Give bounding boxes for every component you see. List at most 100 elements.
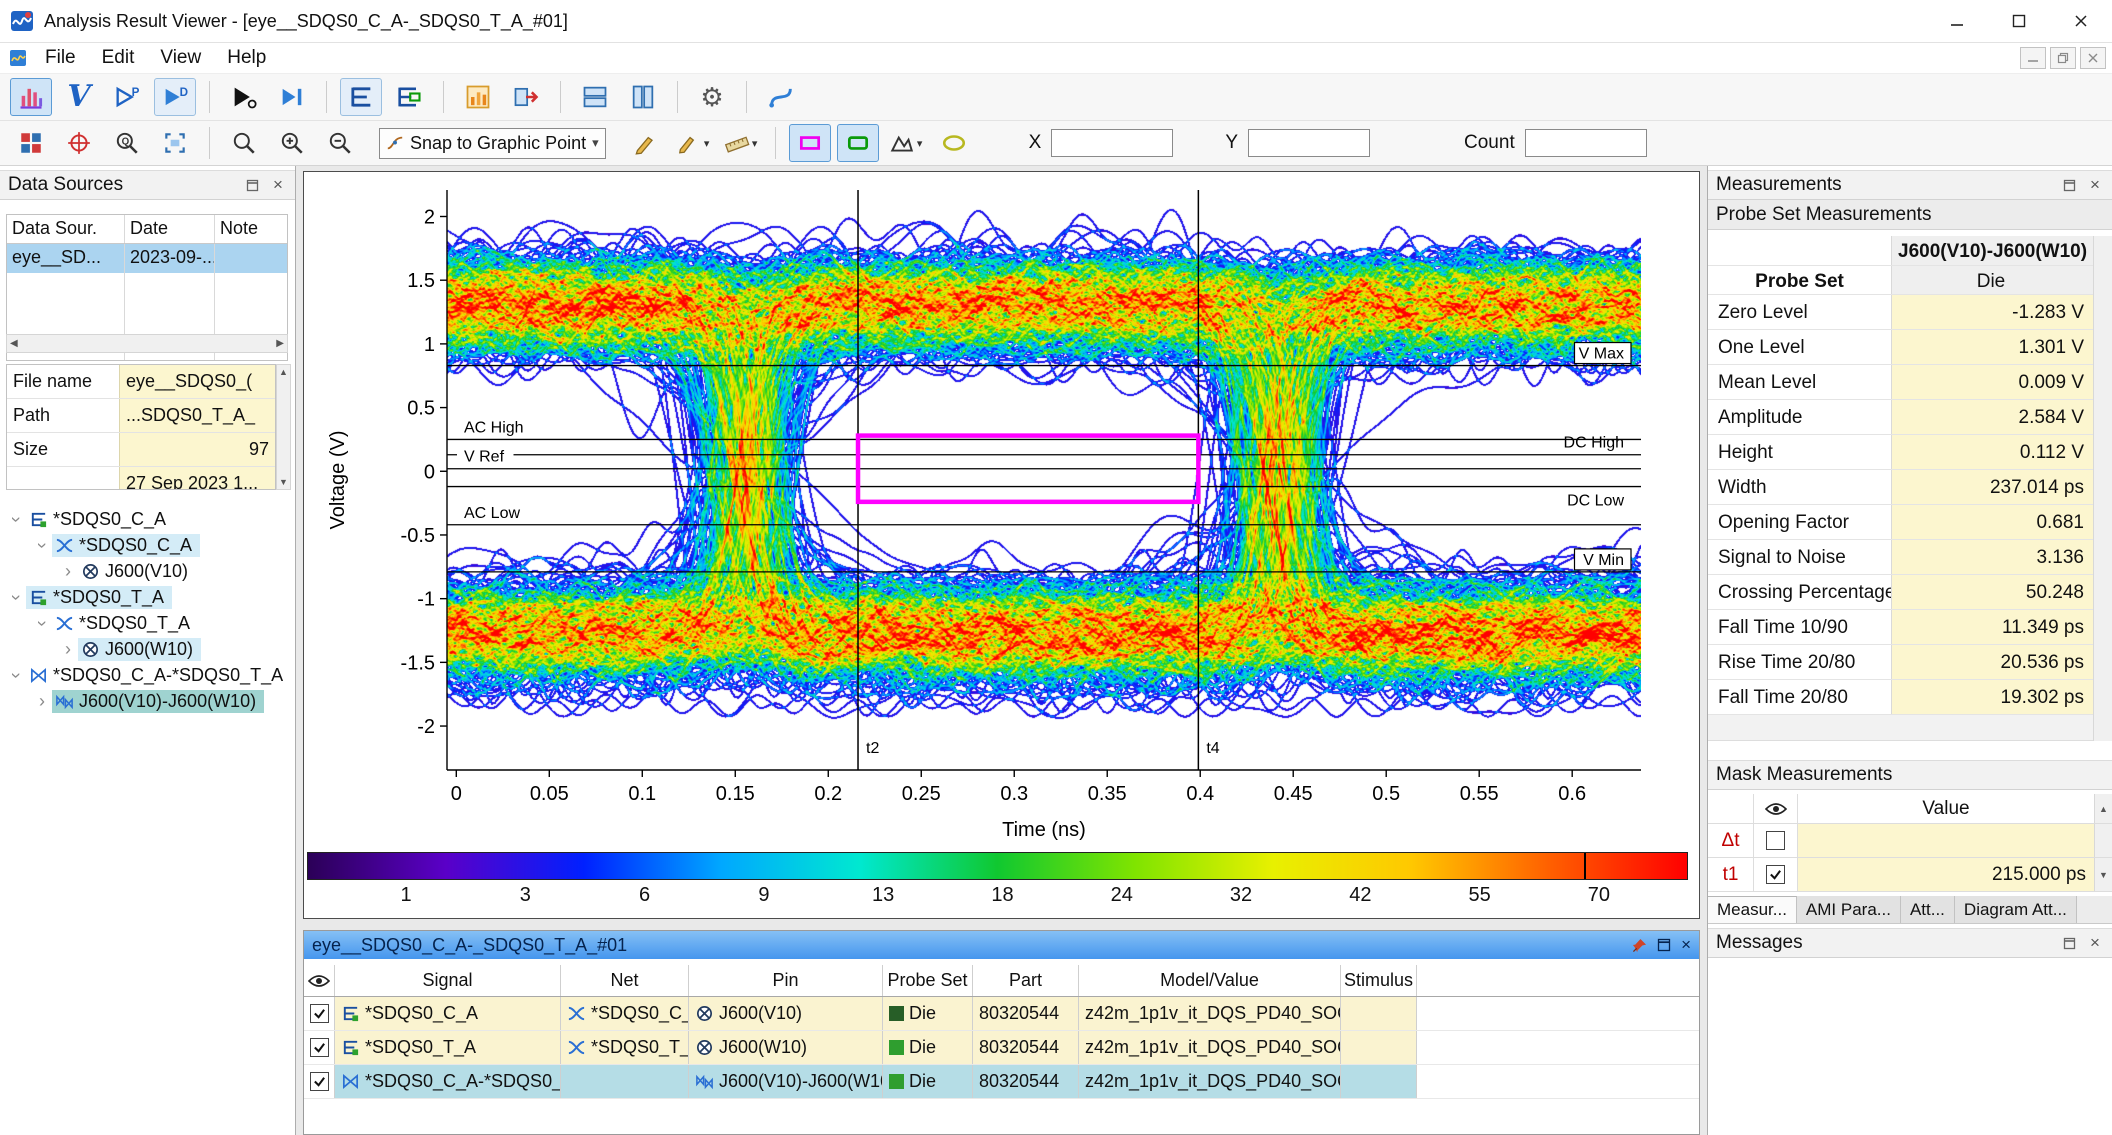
tab-measur[interactable]: Measur... <box>1708 896 1797 923</box>
properties-vscrollbar[interactable]: ▲ ▼ <box>276 364 291 490</box>
probe-point-button[interactable]: P <box>106 78 148 116</box>
float-panel-icon[interactable] <box>243 176 261 194</box>
measurement-value[interactable]: 1.301 V <box>1891 330 2094 364</box>
close-button[interactable] <box>2050 0 2112 42</box>
menu-item-edit[interactable]: Edit <box>89 43 148 73</box>
mask-value[interactable] <box>1798 824 2094 857</box>
probe-column-header[interactable]: J600(V10)-J600(W10) <box>1891 236 2094 265</box>
tree-item-sdqs0-c-a[interactable]: ›*SDQS0_C_A <box>0 532 293 558</box>
eye-measurement-button[interactable] <box>340 78 382 116</box>
measurement-value[interactable]: 0.681 <box>1891 505 2094 539</box>
grid-view-button[interactable] <box>10 124 52 162</box>
measure-multi-button[interactable]: ▾ <box>672 124 714 162</box>
property-value[interactable]: 27 Sep 2023 1... <box>119 467 275 490</box>
histogram-tool-button[interactable]: ▾ <box>885 124 927 162</box>
chevron-collapsed-icon[interactable]: › <box>58 639 78 660</box>
chevron-expanded-icon[interactable]: › <box>6 587 27 607</box>
minimize-button[interactable] <box>1926 0 1988 42</box>
column-header-date[interactable]: Date <box>125 215 215 243</box>
scroll-track[interactable] <box>2094 824 2112 857</box>
settings-button[interactable]: ⚙ <box>691 78 733 116</box>
tile-vertical-button[interactable] <box>622 78 664 116</box>
column-header-data-sour[interactable]: Data Sour. <box>7 215 125 243</box>
y-coordinate-input[interactable] <box>1248 129 1370 157</box>
voltage-tool-button[interactable]: V <box>58 78 100 116</box>
step-run-button[interactable] <box>271 78 313 116</box>
measurement-value[interactable]: 0.112 V <box>1891 435 2094 469</box>
scroll-left-icon[interactable]: ◀ <box>10 338 18 349</box>
tree-item-j600-v10[interactable]: ›J600(V10) <box>0 558 293 584</box>
tree-item-sdqs0-c-a-sdqs0-t-a[interactable]: ›*SDQS0_C_A-*SDQS0_T_A <box>0 662 293 688</box>
signal-row-sdqs0-c-a[interactable]: *SDQS0_C_A*SDQS0_C_AJ600(V10)Die80320544… <box>304 997 1699 1031</box>
eye-mask-button[interactable] <box>388 78 430 116</box>
column-header-model-value[interactable]: Model/Value <box>1079 965 1341 996</box>
run-analysis-button[interactable] <box>223 78 265 116</box>
export-results-button[interactable] <box>505 78 547 116</box>
tree-item-j600-v10-j600-w10[interactable]: ›J600(V10)-J600(W10) <box>0 688 293 714</box>
region-tool-button[interactable] <box>837 124 879 162</box>
float-panel-icon[interactable] <box>2060 176 2078 194</box>
checkbox-checked[interactable] <box>310 1072 329 1091</box>
measurement-value[interactable]: 50.248 <box>1891 575 2094 609</box>
column-header-net[interactable]: Net <box>561 965 689 996</box>
checkbox-checked[interactable] <box>1766 865 1785 884</box>
signal-path-button[interactable] <box>760 78 802 116</box>
chevron-collapsed-icon[interactable]: › <box>32 691 52 712</box>
checkbox-checked[interactable] <box>310 1004 329 1023</box>
measurement-value[interactable]: -1.283 V <box>1891 295 2094 329</box>
scroll-down-icon[interactable]: ▼ <box>279 477 288 487</box>
eye-diagram-tool-button[interactable] <box>10 78 52 116</box>
zoom-button[interactable] <box>223 124 265 162</box>
scroll-down-icon[interactable]: ▼ <box>2094 858 2112 891</box>
measurements-scrollbar[interactable] <box>2093 236 2112 741</box>
chevron-expanded-icon[interactable]: › <box>6 509 27 529</box>
column-header-part[interactable]: Part <box>973 965 1079 996</box>
crosshair-button[interactable] <box>58 124 100 162</box>
column-header-probe-set[interactable]: Probe Set <box>883 965 973 996</box>
column-header-stimulus[interactable]: Stimulus <box>1341 965 1417 996</box>
menu-item-file[interactable]: File <box>32 43 89 73</box>
zoom-out-button[interactable] <box>319 124 361 162</box>
column-header-signal[interactable]: Signal <box>335 965 561 996</box>
measurement-value[interactable]: 3.136 <box>1891 540 2094 574</box>
snap-mode-dropdown[interactable]: Snap to Graphic Point ▾ <box>379 128 606 159</box>
measurement-value[interactable]: 0.009 V <box>1891 365 2094 399</box>
chevron-expanded-icon[interactable]: › <box>32 535 53 555</box>
measurement-value[interactable]: 11.349 ps <box>1891 610 2094 644</box>
zoom-query-button[interactable]: Q <box>106 124 148 162</box>
scroll-up-icon[interactable]: ▲ <box>2094 794 2112 823</box>
pin-icon[interactable] <box>1632 938 1647 953</box>
zoom-fit-button[interactable] <box>154 124 196 162</box>
property-value[interactable]: ...SDQS0_T_A_ <box>119 399 275 432</box>
eye-diagram-canvas[interactable] <box>447 190 1641 770</box>
measurement-value[interactable]: 237.014 ps <box>1891 470 2094 504</box>
tree-item-j600-w10[interactable]: ›J600(W10) <box>0 636 293 662</box>
chevron-expanded-icon[interactable]: › <box>32 613 53 633</box>
measurement-value[interactable]: 20.536 ps <box>1891 645 2094 679</box>
property-value[interactable]: eye__SDQS0_( <box>119 365 275 398</box>
measure-line-button[interactable] <box>624 124 666 162</box>
mask-tool-button[interactable] <box>789 124 831 162</box>
tree-item-sdqs0-c-a[interactable]: ›*SDQS0_C_A <box>0 506 293 532</box>
maximize-button[interactable] <box>1988 0 2050 42</box>
column-header-note[interactable]: Note <box>215 215 287 243</box>
report-button[interactable] <box>457 78 499 116</box>
measurement-value[interactable]: 2.584 V <box>1891 400 2094 434</box>
data-source-row[interactable]: eye__SD...2023-09-... <box>7 244 287 273</box>
close-panel-icon[interactable]: × <box>2086 176 2104 194</box>
checkbox-unchecked[interactable] <box>1766 831 1785 850</box>
property-value[interactable]: 97 <box>119 433 275 466</box>
menu-item-help[interactable]: Help <box>214 43 279 73</box>
count-input[interactable] <box>1525 129 1647 157</box>
scroll-right-icon[interactable]: ▶ <box>276 338 284 349</box>
chevron-collapsed-icon[interactable]: › <box>58 561 78 582</box>
close-panel-icon[interactable]: × <box>2086 934 2104 952</box>
tree-item-sdqs0-t-a[interactable]: ›*SDQS0_T_A <box>0 584 293 610</box>
scroll-up-icon[interactable]: ▲ <box>279 367 288 377</box>
tile-horizontal-button[interactable] <box>574 78 616 116</box>
data-sources-hscrollbar[interactable]: ◀ ▶ <box>6 334 288 353</box>
x-coordinate-input[interactable] <box>1051 129 1173 157</box>
tab-ami-para[interactable]: AMI Para... <box>1797 896 1901 923</box>
tab-diagram-att[interactable]: Diagram Att... <box>1955 896 2077 923</box>
checkbox-checked[interactable] <box>310 1038 329 1057</box>
